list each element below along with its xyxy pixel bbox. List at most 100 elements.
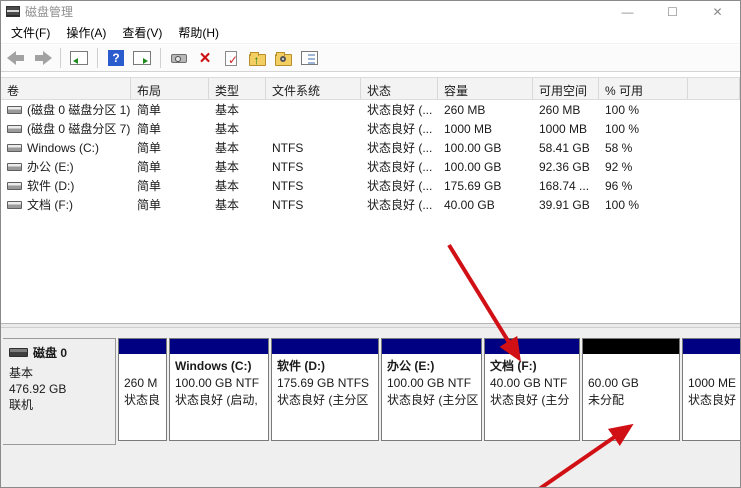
menu-bar: 文件(F) 操作(A) 查看(V) 帮助(H) [1, 22, 740, 44]
window-title: 磁盘管理 [25, 3, 73, 20]
cell-type: 基本 [209, 139, 266, 156]
cell-fs: NTFS [266, 179, 361, 193]
rescan-disks-icon [171, 54, 187, 63]
menu-action[interactable]: 操作(A) [58, 21, 114, 44]
cell-pct: 100 % [599, 103, 688, 117]
partition-color-band [170, 339, 268, 354]
folder-search-icon [275, 54, 292, 66]
maximize-icon: ☐ [667, 5, 678, 19]
column-header-layout[interactable]: 布局 [131, 78, 209, 99]
open-folder-button[interactable]: ↑ [246, 47, 268, 69]
close-button[interactable]: ✕ [695, 1, 740, 22]
action-pane-icon [133, 51, 151, 65]
partition-title: Windows (C:) [175, 358, 263, 375]
delete-volume-button[interactable]: × [194, 47, 216, 69]
partition-size: 175.69 GB NTFS [277, 375, 373, 392]
menu-file[interactable]: 文件(F) [3, 21, 58, 44]
partition-color-band [272, 339, 378, 354]
table-row[interactable]: (磁盘 0 磁盘分区 7) 简单 基本 状态良好 (... 1000 MB 10… [1, 119, 740, 138]
cell-type: 基本 [209, 101, 266, 118]
cell-status: 状态良好 (... [361, 196, 438, 213]
cell-status: 状态良好 (... [361, 139, 438, 156]
disk-icon [9, 348, 28, 357]
partition-title: 办公 (E:) [387, 358, 476, 375]
column-header-filesystem[interactable]: 文件系统 [266, 78, 361, 99]
disk-status: 联机 [9, 397, 109, 413]
explore-folder-button[interactable] [272, 47, 294, 69]
cell-free: 1000 MB [533, 122, 599, 136]
partition-size: 40.00 GB NTF [490, 375, 574, 392]
partition-color-band [583, 339, 679, 354]
cell-status: 状态良好 (... [361, 101, 438, 118]
partition-color-band [485, 339, 579, 354]
table-row[interactable]: 办公 (E:) 简单 基本 NTFS 状态良好 (... 100.00 GB 9… [1, 157, 740, 176]
help-button[interactable]: ? [105, 47, 127, 69]
partition-unallocated[interactable]: 60.00 GB 未分配 [582, 338, 680, 441]
column-header-pct-free[interactable]: % 可用 [599, 78, 688, 99]
cell-pct: 100 % [599, 198, 688, 212]
rescan-disks-button[interactable] [168, 47, 190, 69]
partition-recovery[interactable]: 260 M 状态良 [118, 338, 167, 441]
volume-icon [7, 163, 22, 171]
table-row[interactable]: 文档 (F:) 简单 基本 NTFS 状态良好 (... 40.00 GB 39… [1, 195, 740, 214]
column-header-type[interactable]: 类型 [209, 78, 266, 99]
disk-size: 476.92 GB [9, 381, 109, 397]
partition-size: 260 M [124, 375, 161, 392]
column-header-free[interactable]: 可用空间 [533, 78, 599, 99]
cell-capacity: 1000 MB [438, 122, 533, 136]
partition-status: 状态良好 (主分 [490, 392, 574, 409]
console-tree-icon [70, 51, 88, 65]
disk-0-label-panel[interactable]: 磁盘 0 基本 476.92 GB 联机 [3, 338, 116, 445]
partition-windows-c[interactable]: Windows (C:) 100.00 GB NTF 状态良好 (启动, [169, 338, 269, 441]
cell-capacity: 100.00 GB [438, 141, 533, 155]
partition-1000mb[interactable]: 1000 ME 状态良好 [682, 338, 741, 441]
partition-title [124, 358, 161, 375]
cell-type: 基本 [209, 196, 266, 213]
cell-pct: 96 % [599, 179, 688, 193]
show-console-tree-button[interactable] [68, 47, 90, 69]
volume-icon [7, 144, 22, 152]
toolbar-separator [97, 48, 98, 68]
partition-size: 100.00 GB NTF [387, 375, 476, 392]
column-header-capacity[interactable]: 容量 [438, 78, 533, 99]
show-action-pane-button[interactable] [131, 47, 153, 69]
table-body: (磁盘 0 磁盘分区 1) 简单 基本 状态良好 (... 260 MB 260… [1, 100, 740, 214]
volume-list-pane: 卷 布局 类型 文件系统 状态 容量 可用空间 % 可用 (磁盘 0 磁盘分区 … [1, 73, 740, 323]
cell-layout: 简单 [131, 196, 209, 213]
cell-status: 状态良好 (... [361, 177, 438, 194]
menu-help[interactable]: 帮助(H) [170, 21, 227, 44]
menu-view[interactable]: 查看(V) [114, 21, 170, 44]
partition-software-d[interactable]: 软件 (D:) 175.69 GB NTFS 状态良好 (主分区 [271, 338, 379, 441]
back-button[interactable] [5, 47, 27, 69]
cell-free: 260 MB [533, 103, 599, 117]
partition-size: 100.00 GB NTF [175, 375, 263, 392]
volume-icon [7, 182, 22, 190]
partition-size: 60.00 GB [588, 375, 674, 392]
maximize-button[interactable]: ☐ [650, 1, 695, 22]
partition-title [588, 358, 674, 375]
partition-status: 状态良好 (主分区 [277, 392, 373, 409]
back-icon [7, 51, 26, 65]
table-row[interactable]: (磁盘 0 磁盘分区 1) 简单 基本 状态良好 (... 260 MB 260… [1, 100, 740, 119]
properties-button[interactable] [298, 47, 320, 69]
title-bar: 磁盘管理 — ☐ ✕ [1, 1, 740, 22]
partition-documents-f[interactable]: 文档 (F:) 40.00 GB NTF 状态良好 (主分 [484, 338, 580, 441]
table-row[interactable]: 软件 (D:) 简单 基本 NTFS 状态良好 (... 175.69 GB 1… [1, 176, 740, 195]
cell-fs: NTFS [266, 141, 361, 155]
partition-office-e[interactable]: 办公 (E:) 100.00 GB NTF 状态良好 (主分区 [381, 338, 482, 441]
table-row[interactable]: Windows (C:) 简单 基本 NTFS 状态良好 (... 100.00… [1, 138, 740, 157]
cell-fs: NTFS [266, 160, 361, 174]
column-header-volume[interactable]: 卷 [1, 78, 131, 99]
column-header-filler [688, 78, 740, 99]
volume-name: Windows (C:) [27, 141, 99, 155]
forward-button[interactable] [31, 47, 53, 69]
cell-free: 92.36 GB [533, 160, 599, 174]
minimize-icon: — [622, 5, 634, 19]
folder-up-icon: ↑ [249, 54, 266, 66]
mark-partition-button[interactable]: ✓ [220, 47, 242, 69]
cell-free: 58.41 GB [533, 141, 599, 155]
cell-status: 状态良好 (... [361, 158, 438, 175]
minimize-button[interactable]: — [605, 1, 650, 22]
cell-layout: 简单 [131, 158, 209, 175]
column-header-status[interactable]: 状态 [361, 78, 438, 99]
